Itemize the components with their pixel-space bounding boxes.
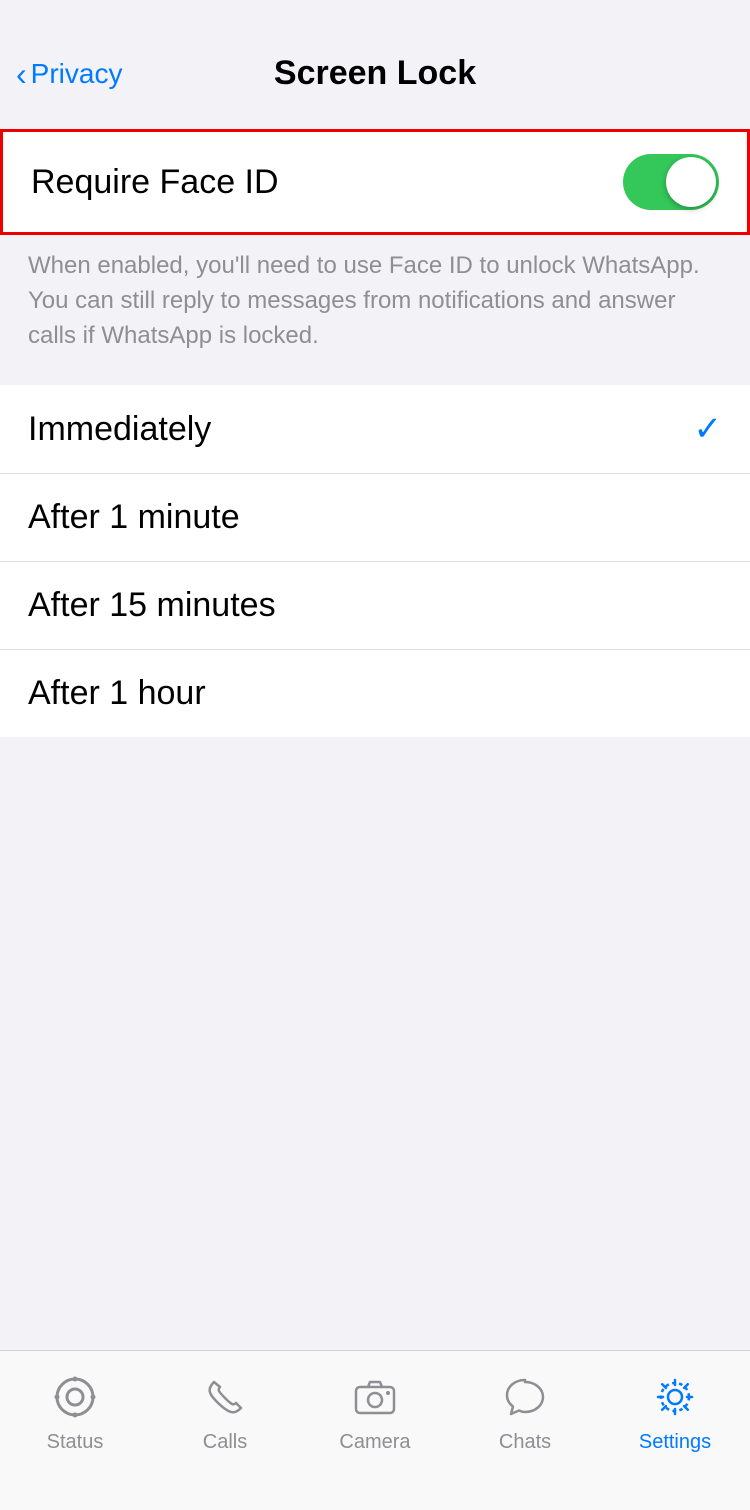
tab-chats-label: Chats [499,1431,551,1454]
page-title: Screen Lock [274,54,476,93]
status-icon [47,1369,103,1425]
option-immediately[interactable]: Immediately ✓ [0,385,750,474]
tab-camera-label: Camera [339,1431,410,1454]
tab-settings-label: Settings [639,1431,711,1454]
lock-timing-options: Immediately ✓ After 1 minute After 15 mi… [0,385,750,737]
calls-icon [197,1369,253,1425]
option-15-minutes[interactable]: After 15 minutes [0,562,750,650]
face-id-toggle-row[interactable]: Require Face ID [3,132,747,232]
option-1-hour-label: After 1 hour [28,674,206,713]
face-id-description: When enabled, you'll need to use Face ID… [0,235,750,375]
tab-calls[interactable]: Calls [160,1369,290,1454]
empty-area [0,737,750,1257]
back-button[interactable]: ‹ Privacy [16,58,122,90]
face-id-toggle-section: Require Face ID [0,129,750,235]
tab-status[interactable]: Status [10,1369,140,1454]
back-label: Privacy [31,58,123,90]
settings-icon [647,1369,703,1425]
chats-icon [497,1369,553,1425]
face-id-toggle[interactable] [623,154,719,210]
toggle-knob [666,157,716,207]
option-1-minute[interactable]: After 1 minute [0,474,750,562]
option-immediately-label: Immediately [28,410,211,449]
header: ‹ Privacy Screen Lock [0,0,750,109]
option-15-minutes-label: After 15 minutes [28,586,276,625]
back-chevron-icon: ‹ [16,58,27,90]
checkmark-icon: ✓ [694,409,723,449]
camera-icon [347,1369,403,1425]
tab-camera[interactable]: Camera [310,1369,440,1454]
option-1-hour[interactable]: After 1 hour [0,650,750,737]
tab-status-label: Status [47,1431,104,1454]
tab-chats[interactable]: Chats [460,1369,590,1454]
face-id-label: Require Face ID [31,163,279,202]
option-1-minute-label: After 1 minute [28,498,240,537]
tab-calls-label: Calls [203,1431,247,1454]
tab-settings[interactable]: Settings [610,1369,740,1454]
tab-bar: Status Calls Camera Chats [0,1350,750,1510]
